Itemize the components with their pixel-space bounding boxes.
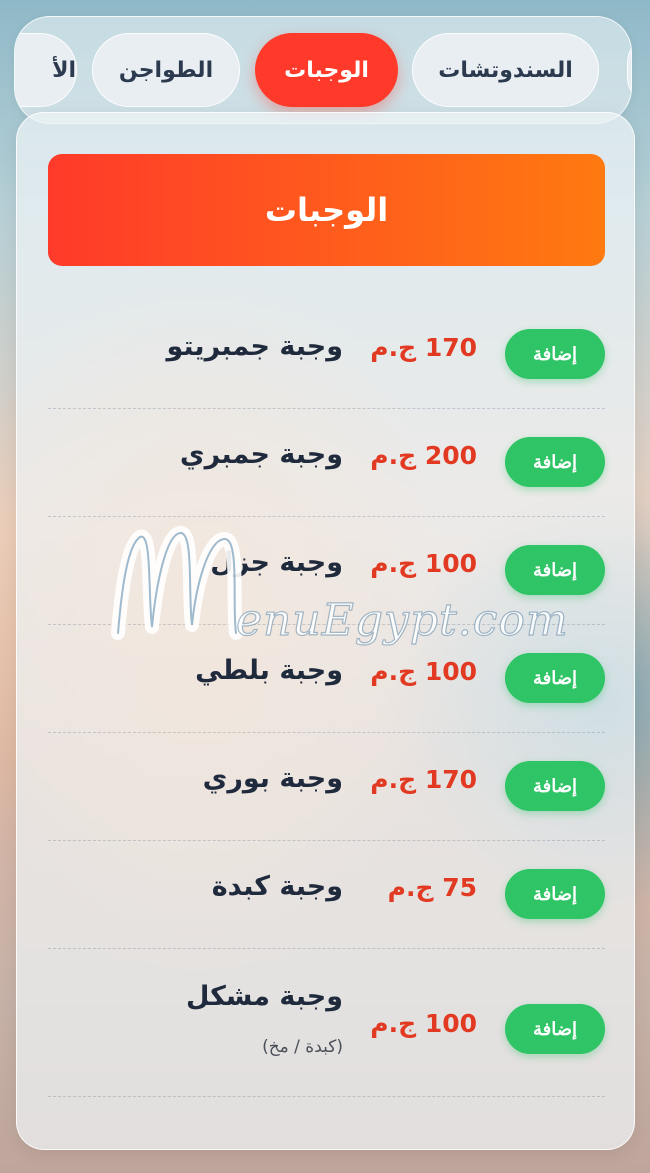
item-name: وجبة جمبريتو xyxy=(166,331,343,362)
item-price: 200 ج.م xyxy=(370,441,477,470)
list-item: وجبة جزل 100 ج.م إضافة xyxy=(48,517,605,625)
item-name: وجبة مشكل xyxy=(185,981,343,1012)
section-title: الوجبات xyxy=(48,154,605,266)
tab-meals[interactable]: الوجبات xyxy=(255,33,398,107)
item-price: 75 ج.م xyxy=(387,873,477,902)
add-button[interactable]: إضافة xyxy=(505,545,605,595)
tab-sandwiches[interactable]: السندوتشات xyxy=(412,33,599,107)
add-button[interactable]: إضافة xyxy=(505,1004,605,1054)
add-button[interactable]: إضافة xyxy=(505,653,605,703)
item-name: وجبة بوري xyxy=(202,763,343,794)
item-name: وجبة جزل xyxy=(210,547,343,578)
category-tabs-bar: السندوتشات الوجبات الطواجن الأ xyxy=(14,16,632,124)
item-name: وجبة كبدة xyxy=(211,871,343,902)
item-price: 100 ج.م xyxy=(370,1009,477,1038)
list-item: وجبة جمبري 200 ج.م إضافة xyxy=(48,409,605,517)
list-item: وجبة بوري 170 ج.م إضافة xyxy=(48,733,605,841)
item-name: وجبة بلطي xyxy=(195,655,343,686)
list-item: وجبة كبدة 75 ج.م إضافة xyxy=(48,841,605,949)
add-button[interactable]: إضافة xyxy=(505,869,605,919)
item-price: 170 ج.م xyxy=(370,765,477,794)
tab-next-offscreen[interactable] xyxy=(627,33,631,107)
list-item: وجبة مشكل (كبدة / مخ) 100 ج.م إضافة xyxy=(48,949,605,1097)
menu-card: الوجبات وجبة جمبريتو 170 ج.م إضافة وجبة … xyxy=(16,112,635,1150)
item-price: 100 ج.م xyxy=(370,549,477,578)
add-button[interactable]: إضافة xyxy=(505,329,605,379)
tab-tagines[interactable]: الطواجن xyxy=(92,33,240,107)
add-button[interactable]: إضافة xyxy=(505,437,605,487)
add-button[interactable]: إضافة xyxy=(505,761,605,811)
menu-items-list: وجبة جمبريتو 170 ج.م إضافة وجبة جمبري 20… xyxy=(48,301,605,1097)
item-price: 170 ج.م xyxy=(370,333,477,362)
item-name: وجبة جمبري xyxy=(179,439,343,470)
list-item: وجبة جمبريتو 170 ج.م إضافة xyxy=(48,301,605,409)
list-item: وجبة بلطي 100 ج.م إضافة xyxy=(48,625,605,733)
tab-partial-offscreen[interactable]: الأ xyxy=(15,33,77,107)
item-note: (كبدة / مخ) xyxy=(262,1037,343,1057)
item-price: 100 ج.م xyxy=(370,657,477,686)
